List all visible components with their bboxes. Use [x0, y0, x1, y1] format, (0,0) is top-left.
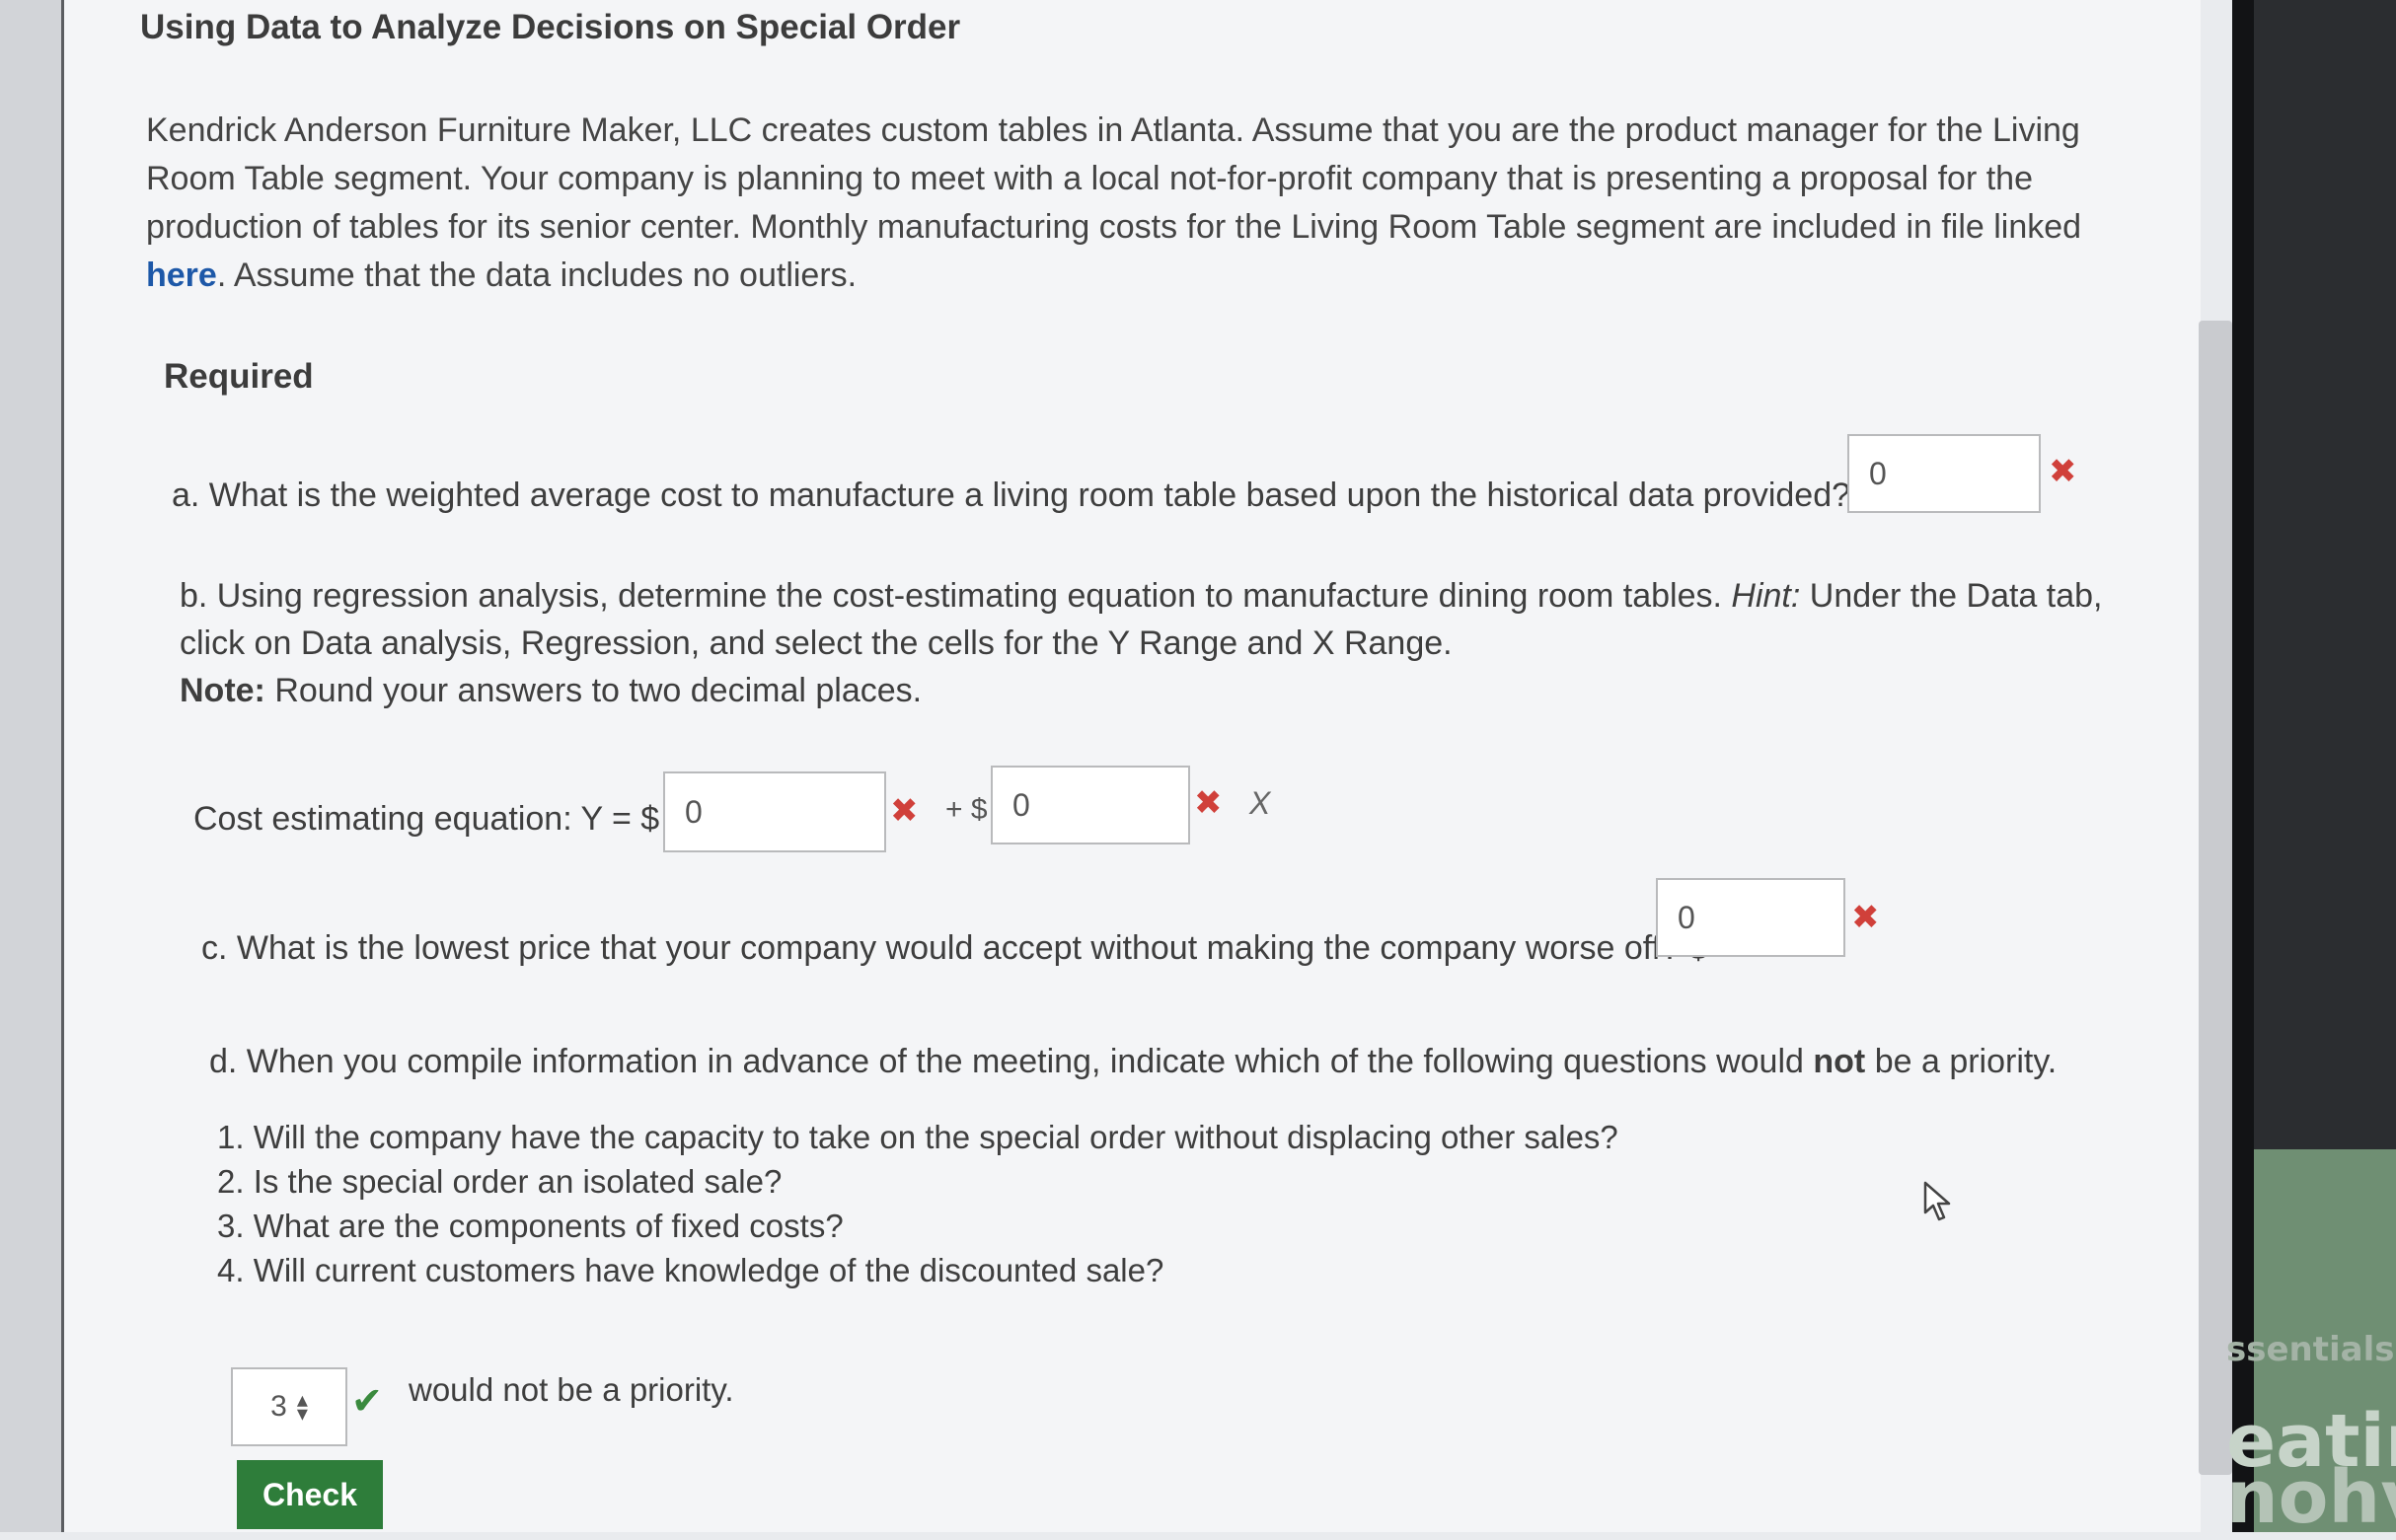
question-c-input[interactable]: 0 — [1656, 878, 1845, 957]
question-d-emphasis: not — [1813, 1043, 1866, 1080]
intro-text: Kendrick Anderson Furniture Maker, LLC c… — [146, 111, 2082, 246]
question-a-input[interactable]: 0 — [1847, 434, 2041, 513]
note-label: Note: — [180, 672, 265, 709]
selected-value: 3 — [270, 1390, 287, 1423]
background-text: nohv — [2226, 1455, 2396, 1540]
variable-x: X — [1249, 785, 1271, 821]
intercept-input[interactable]: 0 — [663, 771, 886, 852]
x-icon: ✖ — [890, 791, 919, 831]
select-suffix-text: would not be a priority. — [409, 1371, 734, 1408]
plus-label: + $ — [945, 793, 988, 826]
window-border — [2232, 0, 2254, 1532]
question-b-text: b. Using regression analysis, determine … — [180, 572, 2153, 714]
x-icon: ✖ — [2049, 452, 2077, 491]
list-item: 4. Will current customers have knowledge… — [217, 1252, 1164, 1288]
question-b-intro: b. Using regression analysis, determine … — [180, 577, 1732, 615]
list-item: 1. Will the company have the capacity to… — [217, 1119, 1618, 1155]
x-icon: ✖ — [1851, 898, 1880, 937]
left-margin — [0, 0, 64, 1532]
scrollbar[interactable] — [2199, 321, 2232, 1475]
data-file-link[interactable]: here — [146, 257, 217, 294]
list-item: 3. What are the components of fixed cost… — [217, 1208, 844, 1244]
intro-paragraph: Kendrick Anderson Furniture Maker, LLC c… — [146, 107, 2130, 300]
question-d-intro: d. When you compile information in advan… — [209, 1043, 1814, 1080]
equation-label: Cost estimating equation: Y = $ — [193, 800, 660, 838]
question-a-text: a. What is the weighted average cost to … — [172, 477, 1879, 514]
check-button[interactable]: Check — [237, 1460, 383, 1529]
checkmark-icon: ✔ — [351, 1379, 383, 1423]
question-d-end: be a priority. — [1865, 1043, 2058, 1080]
up-down-arrows-icon: ▴ ▾ — [296, 1387, 308, 1426]
question-c-text: c. What is the lowest price that your co… — [201, 929, 1708, 967]
hint-label: Hint: — [1731, 577, 1801, 615]
background-text: ssentials — [2226, 1330, 2395, 1369]
background-window: ssentials eatin nohv — [2226, 0, 2396, 1540]
intro-text-end: . Assume that the data includes no outli… — [216, 257, 858, 294]
page-title: Using Data to Analyze Decisions on Speci… — [140, 8, 961, 46]
required-heading: Required — [164, 357, 314, 396]
question-d-text: d. When you compile information in advan… — [209, 1038, 2057, 1085]
slope-input[interactable]: 0 — [991, 766, 1190, 844]
note-text: Round your answers to two decimal places… — [264, 672, 923, 709]
mouse-pointer-icon — [1923, 1181, 1951, 1221]
x-icon: ✖ — [1194, 783, 1223, 823]
list-item: 2. Is the special order an isolated sale… — [217, 1163, 783, 1200]
priority-question-list: 1. Will the company have the capacity to… — [217, 1115, 1618, 1292]
priority-select[interactable]: 3 ▴ ▾ — [231, 1367, 347, 1446]
